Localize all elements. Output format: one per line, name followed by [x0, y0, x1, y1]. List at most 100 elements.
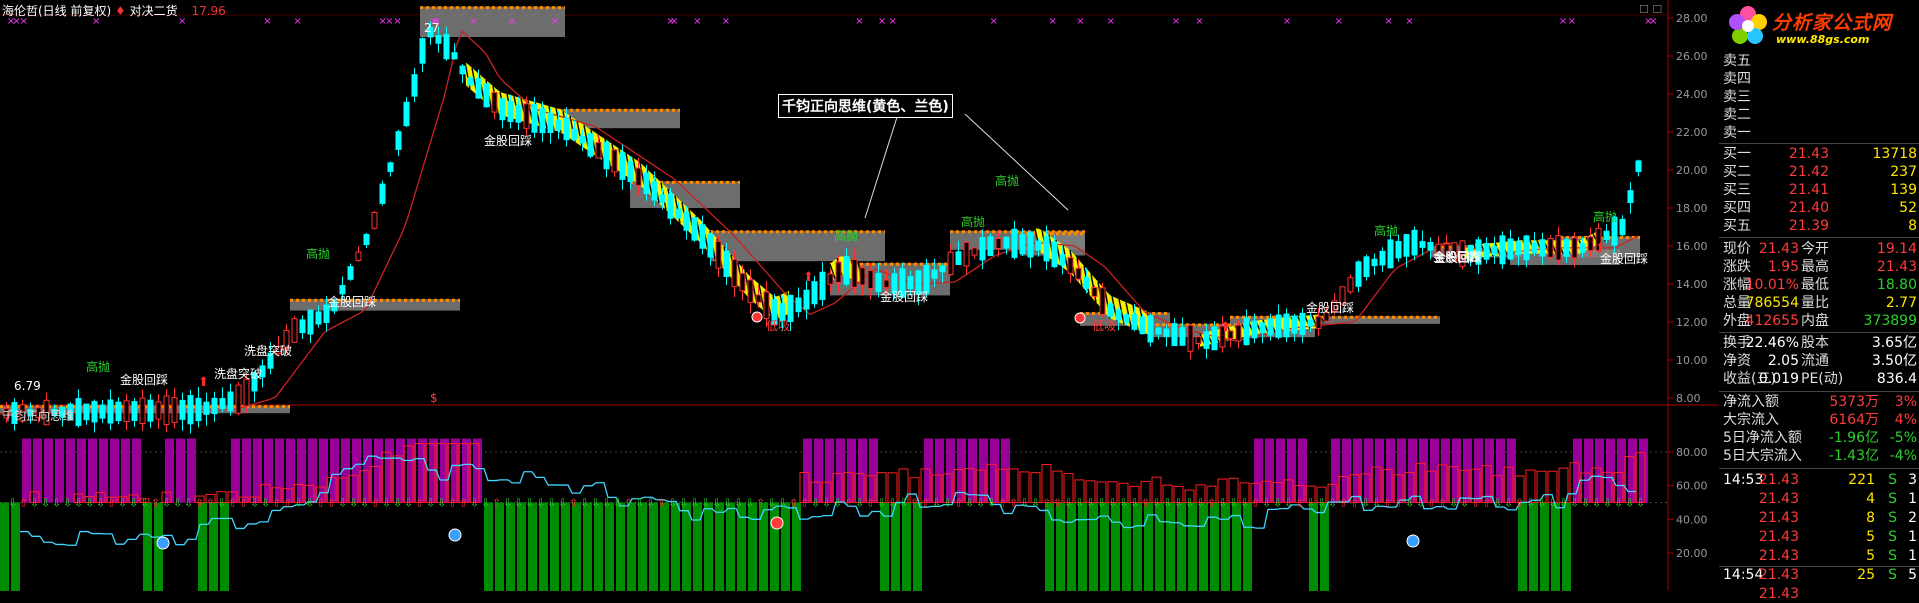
candle-body	[851, 258, 858, 288]
candle-body	[547, 112, 554, 134]
down-arrow-icon: ⇩	[261, 496, 270, 509]
top-signal-marker: ×	[1405, 16, 1413, 27]
candle-body	[1027, 232, 1034, 258]
quote-row: 收益(三) 0.019 PE(动) 836.4	[1719, 370, 1919, 388]
tick-side: S	[1888, 529, 1897, 545]
candle-body	[187, 395, 194, 425]
tick-volume: 5	[1866, 529, 1875, 545]
candle-body	[1371, 258, 1378, 267]
down-arrow-icon: ⇩	[8, 496, 17, 509]
up-arrow-icon: ⇧	[569, 496, 578, 509]
divider	[1719, 143, 1919, 144]
down-arrow-icon: ⇩	[1636, 496, 1645, 509]
candle-body	[1259, 322, 1266, 334]
flow-label: 净流入额	[1723, 394, 1779, 410]
candle-body	[811, 281, 818, 305]
indicator-bar-green	[1177, 502, 1186, 591]
tick-row: 21.43 4 S 1	[1719, 490, 1919, 508]
candle-body	[675, 208, 682, 219]
up-arrow-icon: ⇧	[910, 496, 919, 509]
candle-body	[747, 279, 754, 303]
top-signal-marker: ×	[889, 16, 897, 27]
down-arrow-icon: ⇩	[1317, 496, 1326, 509]
label-high-throw: 高抛	[834, 228, 858, 243]
flow-label: 大宗流入	[1723, 412, 1779, 428]
candle-body	[1403, 234, 1410, 257]
candle-body	[595, 141, 602, 159]
down-arrow-icon: ⇩	[1020, 496, 1029, 509]
candle-body	[1195, 336, 1202, 345]
candle-body	[619, 152, 626, 180]
quote-value: 3.50亿	[1871, 353, 1917, 369]
ask-row: 卖一	[1719, 124, 1919, 142]
top-signal-marker: ×	[666, 16, 674, 27]
candle-body	[1355, 261, 1362, 287]
label-dollar: $	[430, 391, 438, 405]
down-arrow-icon: ⇩	[217, 496, 226, 509]
candle-body	[843, 256, 850, 285]
top-signal-marker: ×	[878, 16, 886, 27]
top-signal-marker: ×	[470, 16, 478, 27]
indicator-bar-green	[594, 502, 603, 591]
candle-body	[883, 279, 890, 289]
down-arrow-icon: ⇩	[360, 496, 369, 509]
quote-label: 今开	[1801, 241, 1829, 257]
bid-price: 21.41	[1788, 182, 1829, 198]
candle-body	[483, 83, 490, 108]
indicator-bar-green	[561, 502, 570, 591]
ask-label: 卖二	[1723, 107, 1751, 123]
top-signal-marker: ×	[855, 16, 863, 27]
top-signal-marker: ×	[1335, 16, 1343, 27]
down-arrow-icon: ⇩	[74, 496, 83, 509]
candle-body	[1387, 239, 1394, 269]
candle-body	[875, 273, 882, 292]
candle-body	[379, 183, 386, 204]
up-arrow-icon: ⇧	[1515, 496, 1524, 509]
indicator-bar-purple	[242, 438, 251, 503]
bid-label: 买二	[1723, 164, 1751, 180]
candle-body	[1139, 316, 1146, 335]
flow-label: 5日大宗流入	[1723, 448, 1802, 464]
down-arrow-icon: ⇩	[679, 496, 688, 509]
candle-body	[955, 251, 962, 265]
tick-count: 1	[1908, 548, 1917, 564]
flow-value: 5373万	[1829, 394, 1879, 410]
candle-body	[1579, 243, 1586, 253]
down-arrow-icon: ⇩	[96, 496, 105, 509]
label-high-throw: 高抛	[961, 214, 985, 229]
down-arrow-icon: ⇩	[767, 496, 776, 509]
flow-row: 大宗流入 6164万 4%	[1719, 411, 1919, 429]
up-arrow-icon: ⇧	[1438, 496, 1447, 509]
down-arrow-icon: ⇩	[591, 496, 600, 509]
quote-value: 1.95	[1767, 259, 1799, 275]
candle-body	[83, 403, 90, 421]
ask-label: 卖一	[1723, 125, 1751, 141]
down-arrow-icon: ⇩	[1328, 496, 1337, 509]
price-axis-label: 16.00	[1676, 240, 1708, 253]
candle-body	[1171, 323, 1178, 347]
indicator-bar-green	[1056, 502, 1065, 591]
divider	[1719, 332, 1919, 333]
label-high-throw: 高抛	[306, 246, 330, 261]
candle-body	[523, 103, 530, 129]
down-arrow-icon: ⇩	[503, 496, 512, 509]
candle-body	[355, 251, 362, 261]
candle-body	[555, 120, 562, 131]
candle-body	[971, 247, 978, 256]
indicator-bar-green	[506, 502, 515, 591]
window-buttons[interactable]: ☐ ☐	[1639, 3, 1662, 16]
indicator-bar-purple	[77, 438, 86, 503]
down-arrow-icon: ⇩	[888, 496, 897, 509]
quote-value: 19.14	[1876, 241, 1917, 257]
down-arrow-icon: ⇩	[646, 496, 655, 509]
tick-side: S	[1888, 510, 1897, 526]
candle-body	[1419, 241, 1426, 248]
indicator-ball	[448, 528, 462, 542]
candle-body	[1083, 276, 1090, 289]
up-arrow-icon: ⇧	[844, 496, 853, 509]
top-signal-marker: ×	[293, 16, 301, 27]
indicator-ball	[1406, 534, 1420, 548]
tick-volume: 8	[1866, 510, 1875, 526]
up-arrow-icon: ⇧	[415, 496, 424, 509]
chart-area[interactable]: 28.00 26.00 24.00 22.00 20.00 18.00 16.00 14.00…	[0, 0, 1719, 591]
